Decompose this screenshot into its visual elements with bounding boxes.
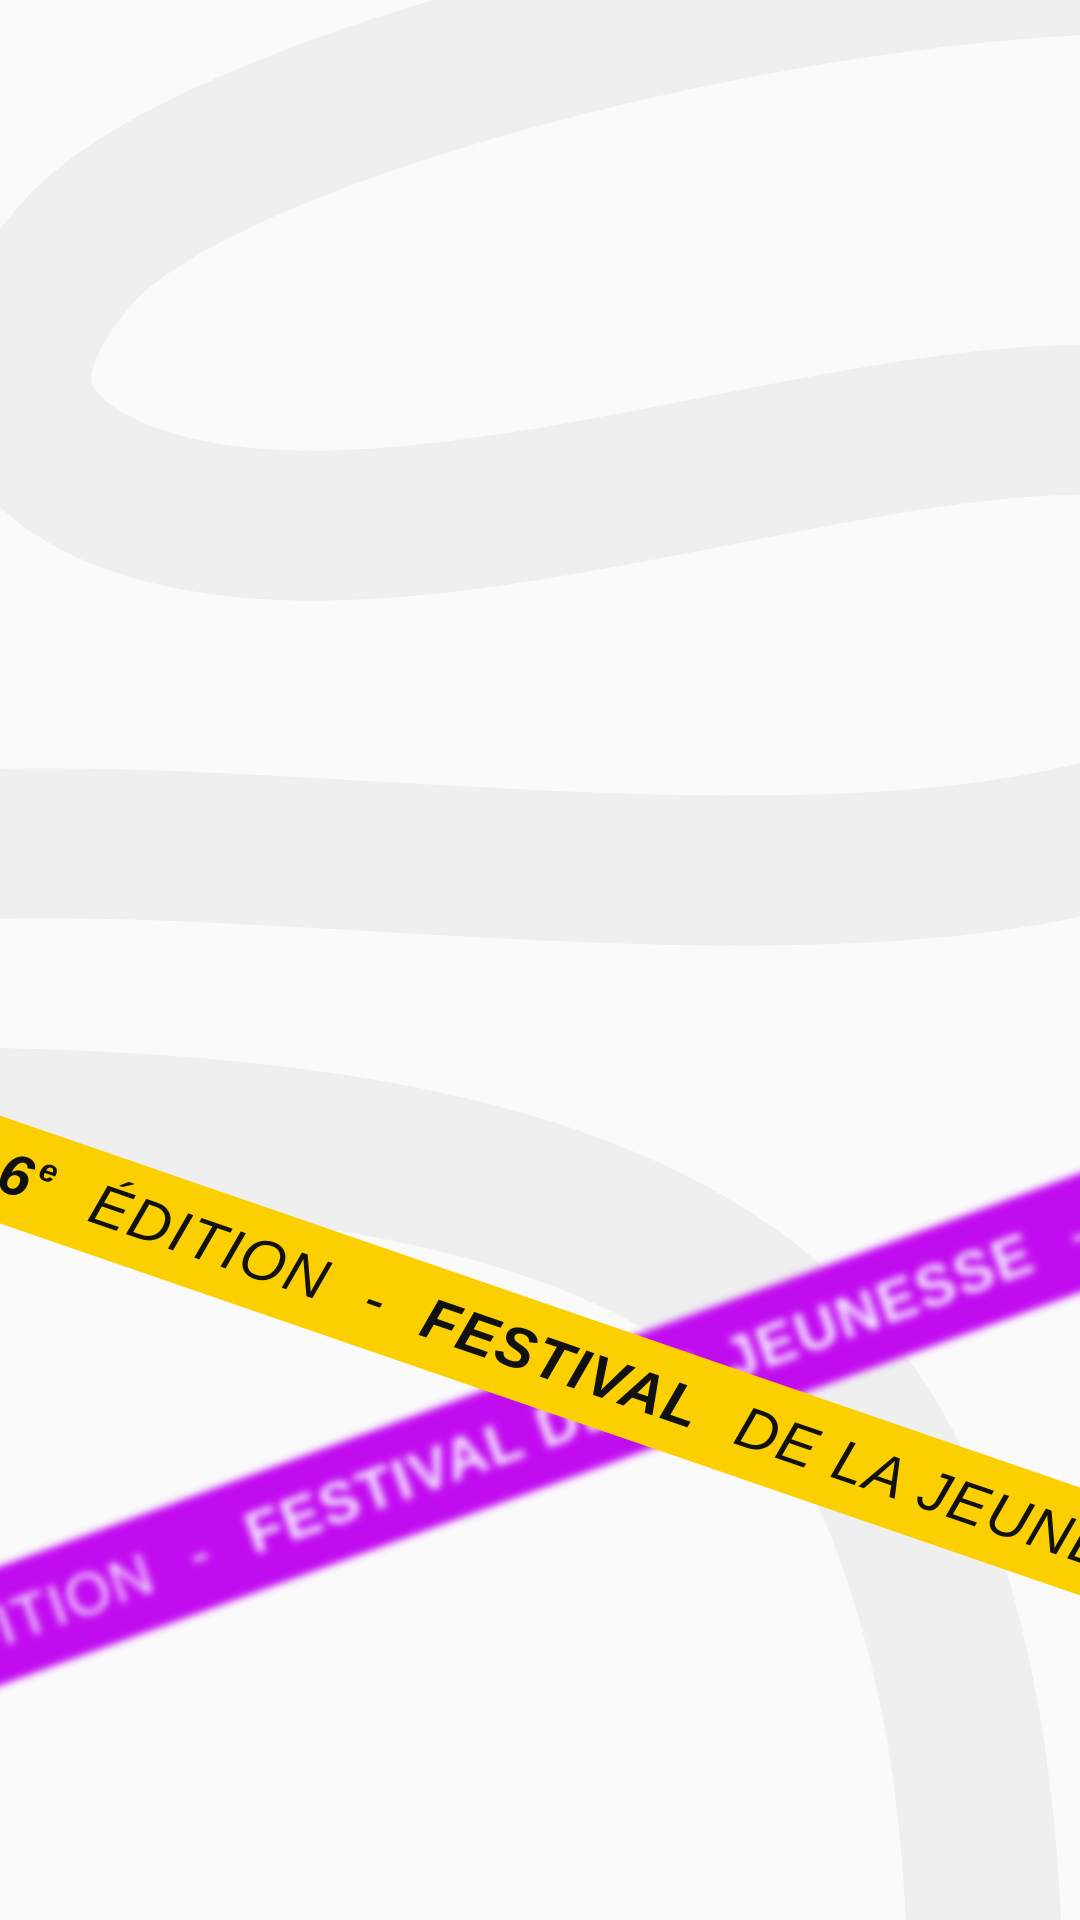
ribbon-yellow-dash-2: -: [355, 1264, 397, 1334]
ribbon-yellow-edition-number: 6e: [0, 1138, 65, 1220]
swirl-top-arc: [0, 0, 1080, 601]
ribbon-purple-dash-2: -: [1058, 1198, 1080, 1268]
swirl-middle-band: [0, 762, 1080, 946]
poster-stage: ÉDITION - FESTIVAL DE LA JEUNESSE - - 6e…: [0, 0, 1080, 1920]
background-swirl: [0, 0, 1080, 1920]
ribbon-purple-dash-1: -: [178, 1518, 222, 1588]
